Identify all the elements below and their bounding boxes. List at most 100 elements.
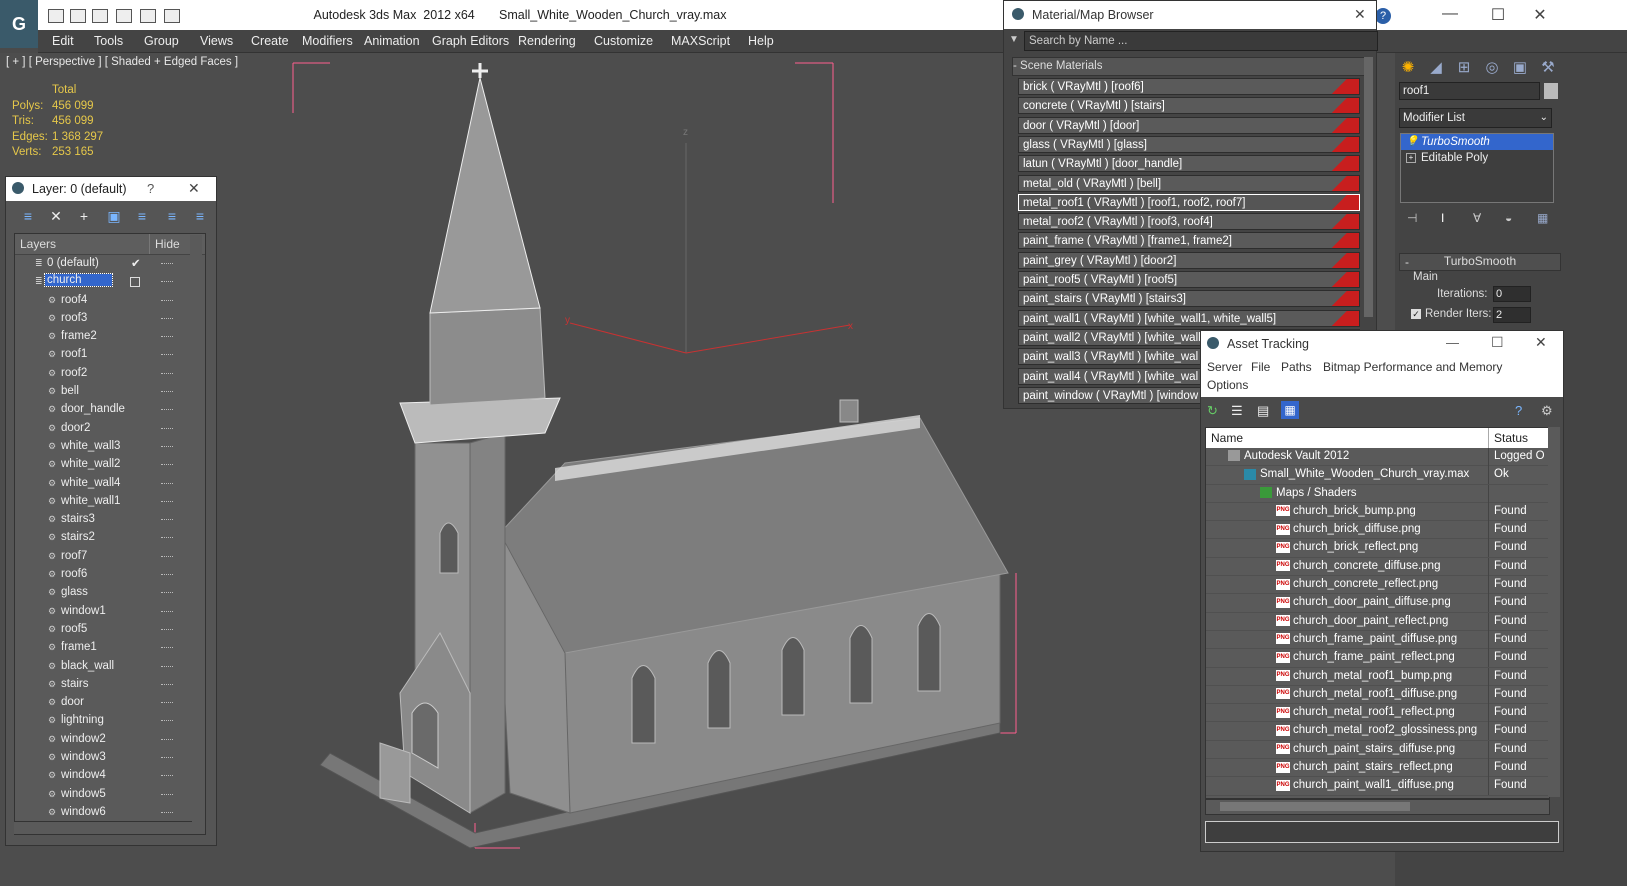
modifier-stack[interactable]: 💡 TurboSmooth + Editable Poly [1400, 133, 1554, 203]
object-name-field[interactable]: roof1 [1399, 82, 1540, 100]
material-row[interactable]: paint_frame ( VRayMtl ) [frame1, frame2] [1018, 232, 1360, 250]
make-unique-icon[interactable]: ∀ [1473, 211, 1481, 225]
display-tab-icon[interactable]: ▣ [1509, 57, 1531, 79]
minimize-button[interactable]: — [1440, 5, 1460, 23]
layer-row-church[interactable]: ≣ church [15, 273, 205, 291]
hide-toggle[interactable] [161, 775, 173, 777]
layer-list[interactable]: Layers Hide ≣ 0 (default) ✔ ≣ church ⚙ roof4 ⚙ r… [14, 233, 206, 835]
freeze-all-icon[interactable]: ≡ [192, 208, 208, 224]
hide-toggle[interactable] [161, 574, 173, 576]
asset-file-row[interactable]: PNG church_metal_roof1_diffuse.png Found [1206, 685, 1549, 705]
asset-file-row[interactable]: PNG church_paint_wall1_diffuse.png Found [1206, 777, 1549, 796]
layer-help-button[interactable]: ? [147, 181, 154, 196]
add-to-layer-icon[interactable]: + [76, 208, 92, 224]
menu-group[interactable]: Group [144, 34, 179, 48]
create-layer-icon[interactable]: ≡ [20, 208, 36, 224]
material-scrollbar[interactable] [1364, 57, 1373, 317]
layer-object-row[interactable]: ⚙ window3 [15, 749, 205, 767]
object-color-swatch[interactable] [1544, 83, 1558, 99]
asset-tree-row[interactable]: Small_White_Wooden_Church_vray.max Ok [1206, 466, 1549, 485]
hide-toggle[interactable] [161, 592, 173, 594]
menu-modifiers[interactable]: Modifiers [302, 34, 353, 48]
hierarchy-tab-icon[interactable]: ⊞ [1453, 57, 1475, 79]
col-hide[interactable]: Hide [155, 237, 180, 251]
hide-toggle[interactable] [161, 793, 173, 795]
hide-toggle[interactable] [161, 720, 173, 722]
close-button[interactable]: ✕ [1530, 5, 1550, 25]
chevron-down-icon[interactable]: ⌄ [1540, 109, 1548, 127]
layer-object-row[interactable]: ⚙ door2 [15, 420, 205, 438]
layer-object-row[interactable]: ⚙ roof5 [15, 621, 205, 639]
hide-toggle[interactable] [161, 500, 173, 502]
hide-toggle[interactable] [161, 263, 173, 264]
asset-file-row[interactable]: PNG church_concrete_diffuse.png Found [1206, 557, 1549, 577]
render-iters-spinner[interactable]: 2 [1493, 307, 1531, 323]
asset-file-row[interactable]: PNG church_paint_stairs_reflect.png Found [1206, 759, 1549, 778]
asset-file-row[interactable]: PNG church_concrete_reflect.png Found [1206, 576, 1549, 595]
stack-item-editable-poly[interactable]: + Editable Poly [1401, 150, 1553, 166]
layer-object-row[interactable]: ⚙ window4 [15, 767, 205, 785]
search-options-icon[interactable]: ▼ [1009, 34, 1019, 45]
layer-scrollbar[interactable] [190, 235, 202, 831]
layer-object-row[interactable]: ⚙ bell [15, 383, 205, 401]
menu-maxscript[interactable]: MAXScript [671, 34, 730, 48]
layer-object-row[interactable]: ⚙ black_wall [15, 658, 205, 676]
asset-settings-icon[interactable]: ⚙ [1541, 403, 1553, 419]
asset-tree-row[interactable]: Autodesk Vault 2012 Logged O [1206, 448, 1549, 467]
list-view-icon[interactable]: ☰ [1231, 403, 1243, 419]
remove-modifier-icon[interactable]: ◒ [1505, 211, 1512, 225]
hide-toggle[interactable] [161, 409, 173, 411]
material-row[interactable]: door ( VRayMtl ) [door] [1018, 116, 1360, 134]
asset-vscrollbar[interactable] [1548, 427, 1560, 797]
hide-toggle[interactable] [161, 811, 173, 813]
menu-customize[interactable]: Customize [594, 34, 653, 48]
material-row[interactable]: paint_roof5 ( VRayMtl ) [roof5] [1018, 271, 1360, 288]
asset-file-row[interactable]: PNG church_paint_stairs_diffuse.png Found [1206, 740, 1549, 760]
material-close-button[interactable]: ✕ [1354, 6, 1366, 23]
hide-toggle[interactable] [161, 683, 173, 685]
asset-menu-paths[interactable]: Paths [1281, 360, 1312, 374]
show-end-result-icon[interactable]: I [1441, 211, 1444, 225]
layer-object-row[interactable]: ⚙ white_wall1 [15, 493, 205, 511]
menu-create[interactable]: Create [251, 34, 289, 48]
asset-file-row[interactable]: PNG church_brick_bump.png Found [1206, 502, 1549, 522]
material-row[interactable]: metal_old ( VRayMtl ) [bell] [1018, 174, 1360, 192]
hide-toggle[interactable] [161, 519, 173, 521]
stack-item-turbosmooth[interactable]: 💡 TurboSmooth [1401, 134, 1553, 150]
layer-object-row[interactable]: ⚙ white_wall3 [15, 438, 205, 456]
layer-object-row[interactable]: ⚙ frame1 [15, 639, 205, 657]
layer-object-row[interactable]: ⚙ window2 [15, 731, 205, 749]
asset-help-icon[interactable]: ? [1515, 403, 1522, 418]
layer-hscrollbar[interactable] [14, 821, 192, 834]
hide-toggle[interactable] [161, 336, 173, 338]
material-row[interactable]: paint_wall1 ( VRayMtl ) [white_wall1, wh… [1018, 309, 1360, 327]
asset-menu-bitmap[interactable]: Bitmap Performance and Memory [1323, 360, 1502, 374]
menu-tools[interactable]: Tools [94, 34, 123, 48]
create-tab-icon[interactable]: ✺ [1397, 57, 1419, 79]
motion-tab-icon[interactable]: ◎ [1481, 57, 1503, 79]
set-current-layer-icon[interactable] [130, 277, 140, 288]
asset-close-button[interactable]: ✕ [1535, 334, 1547, 351]
layer-object-row[interactable]: ⚙ window6 [15, 804, 205, 822]
material-row[interactable]: metal_roof2 ( VRayMtl ) [roof3, roof4] [1018, 213, 1360, 231]
delete-layer-icon[interactable]: ✕ [48, 208, 64, 224]
asset-hscrollbar[interactable] [1205, 799, 1550, 815]
asset-menu-options[interactable]: Options [1207, 378, 1248, 392]
hide-toggle[interactable] [161, 757, 173, 759]
menu-graph-editors[interactable]: Graph Editors [432, 34, 509, 48]
layer-object-row[interactable]: ⚙ roof3 [15, 310, 205, 328]
asset-menu-server[interactable]: Server [1207, 360, 1242, 374]
hide-toggle[interactable] [161, 317, 173, 319]
layer-object-row[interactable]: ⚙ door_handle [15, 401, 205, 419]
asset-file-row[interactable]: PNG church_frame_paint_diffuse.png Found [1206, 630, 1549, 650]
asset-file-row[interactable]: PNG church_brick_reflect.png Found [1206, 539, 1549, 558]
asset-maximize-button[interactable]: ☐ [1491, 334, 1504, 351]
layer-object-row[interactable]: ⚙ roof6 [15, 566, 205, 584]
hide-toggle[interactable] [161, 610, 173, 612]
asset-file-row[interactable]: PNG church_metal_roof1_reflect.png Found [1206, 704, 1549, 723]
hide-toggle[interactable] [161, 427, 173, 429]
utilities-tab-icon[interactable]: ⚒ [1537, 57, 1559, 79]
material-row[interactable]: paint_grey ( VRayMtl ) [door2] [1018, 251, 1360, 269]
asset-file-row[interactable]: PNG church_brick_diffuse.png Found [1206, 521, 1549, 540]
material-search-input[interactable]: Search by Name ... [1024, 31, 1378, 51]
